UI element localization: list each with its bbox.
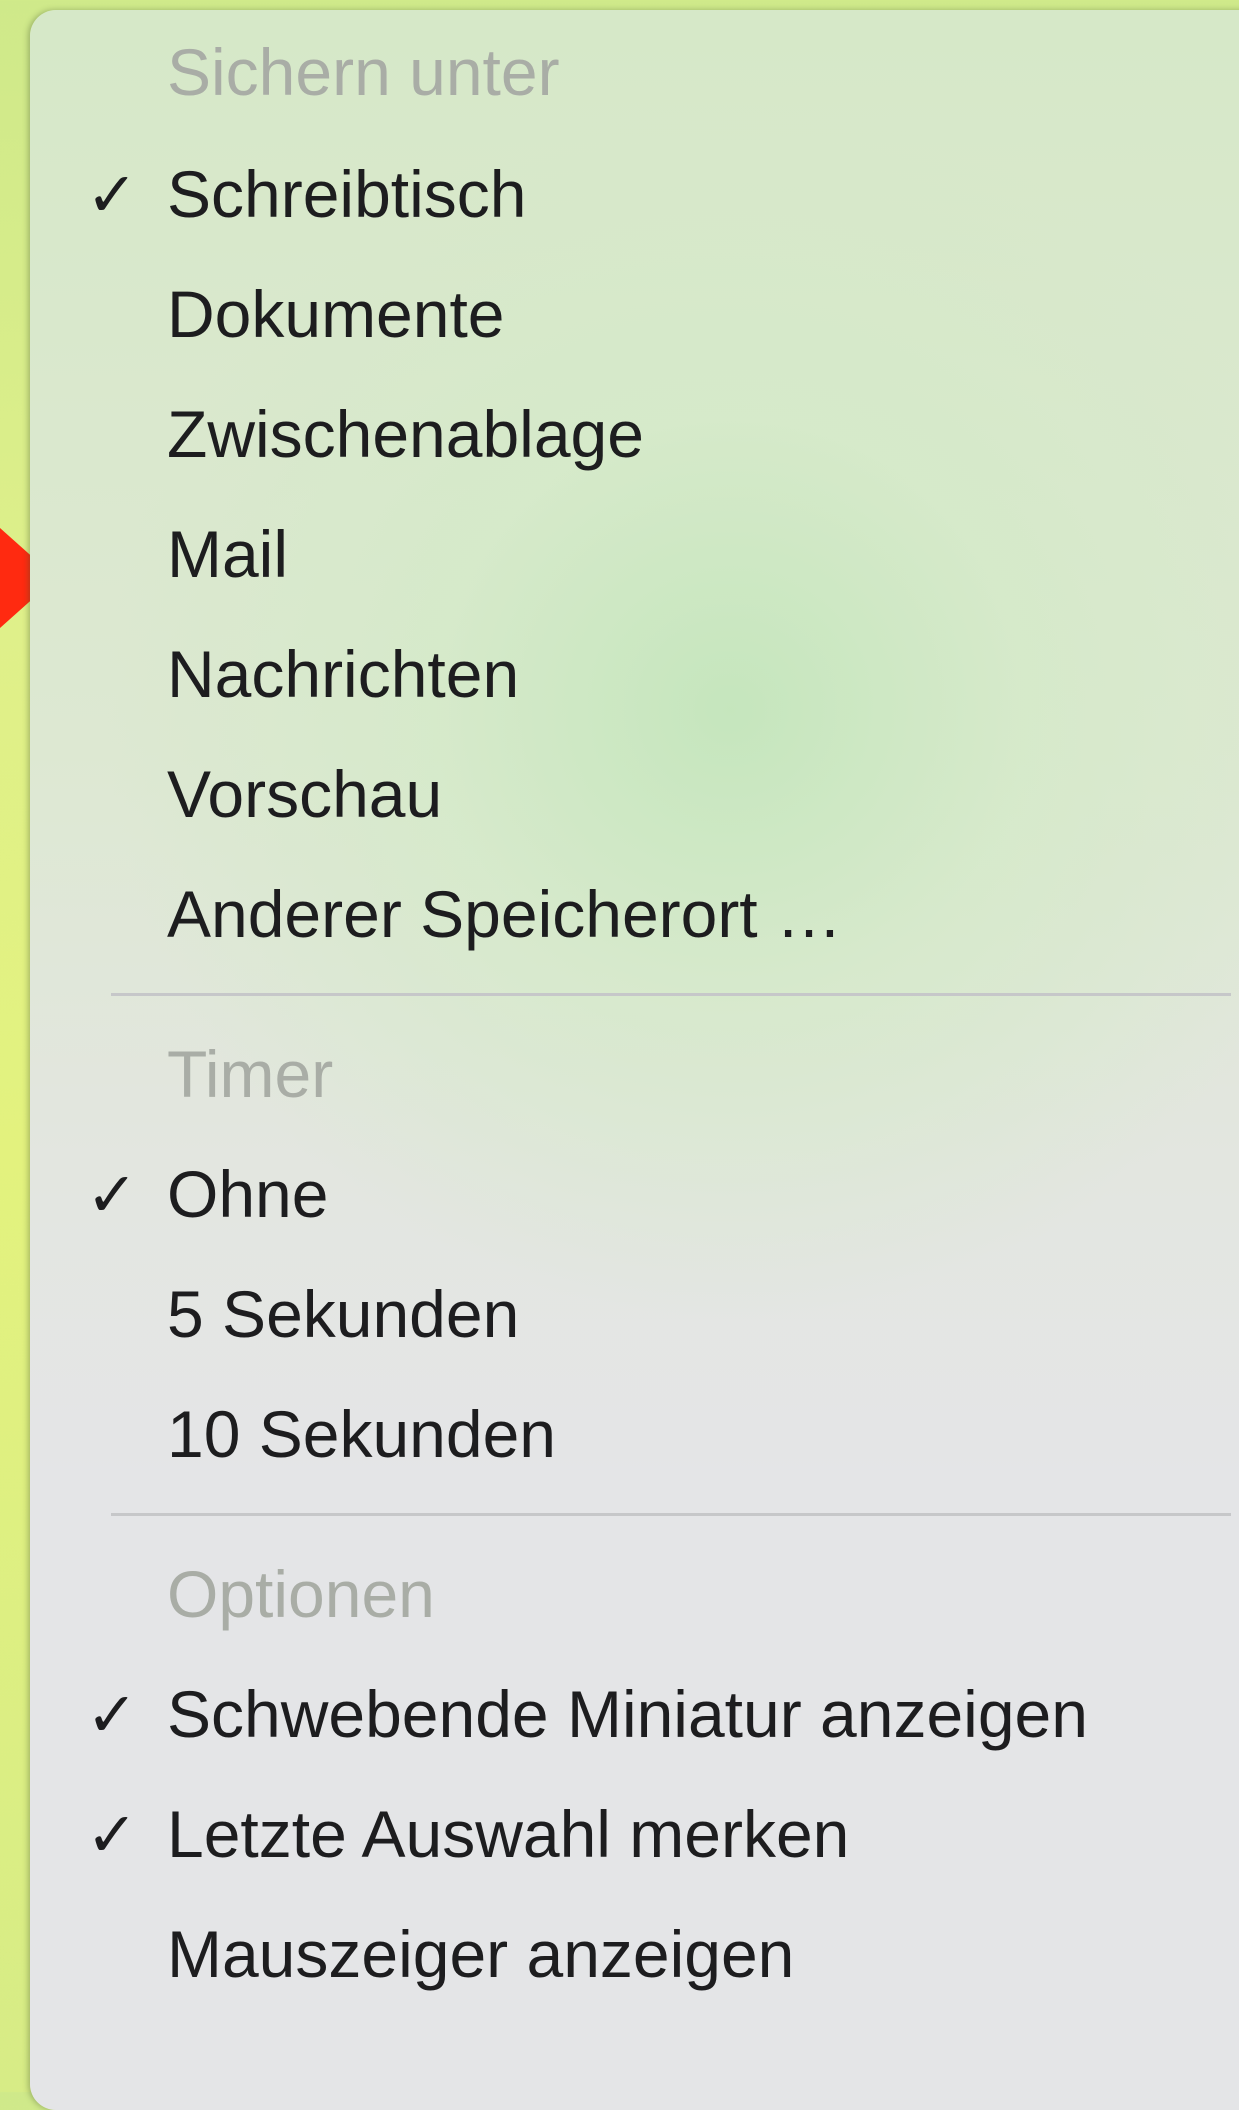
menu-item-label: Dokumente: [167, 277, 505, 351]
menu-item-label: Anderer Speicherort …: [167, 877, 842, 951]
menu-item-mail[interactable]: Mail: [30, 494, 1239, 614]
menu-item-remember-last-selection[interactable]: ✓ Letzte Auswahl merken: [30, 1774, 1239, 1894]
menu-item-timer-5s[interactable]: 5 Sekunden: [30, 1254, 1239, 1374]
menu-item-label: Mauszeiger anzeigen: [167, 1917, 795, 1991]
menu-separator: [111, 1512, 1231, 1516]
menu-item-label: Schreibtisch: [167, 157, 527, 231]
menu-item-label: 5 Sekunden: [167, 1277, 520, 1351]
menu-item-label: Mail: [167, 517, 289, 591]
menu-item-preview[interactable]: Vorschau: [30, 734, 1239, 854]
checkmark-icon: ✓: [86, 160, 138, 230]
menu-content: Sichern unter ✓ Schreibtisch Dokumente Z…: [30, 10, 1239, 2014]
menu-item-timer-10s[interactable]: 10 Sekunden: [30, 1374, 1239, 1494]
menu-item-clipboard[interactable]: Zwischenablage: [30, 374, 1239, 494]
menu-item-label: Nachrichten: [167, 637, 520, 711]
separator-wrap: [30, 1494, 1239, 1534]
section-header-options: Optionen: [30, 1534, 1239, 1654]
checkmark-icon: ✓: [86, 1160, 138, 1230]
menu-item-label: Letzte Auswahl merken: [167, 1797, 850, 1871]
menu-item-desktop[interactable]: ✓ Schreibtisch: [30, 134, 1239, 254]
menu-item-show-mouse-pointer[interactable]: Mauszeiger anzeigen: [30, 1894, 1239, 2014]
menu-item-documents[interactable]: Dokumente: [30, 254, 1239, 374]
section-header-save-to: Sichern unter: [30, 10, 1239, 134]
menu-item-other-location[interactable]: Anderer Speicherort …: [30, 854, 1239, 974]
section-header-timer: Timer: [30, 1014, 1239, 1134]
menu-item-show-floating-thumbnail[interactable]: ✓ Schwebende Miniatur anzeigen: [30, 1654, 1239, 1774]
menu-item-messages[interactable]: Nachrichten: [30, 614, 1239, 734]
menu-item-label: Ohne: [167, 1157, 329, 1231]
separator-wrap: [30, 974, 1239, 1014]
checkmark-icon: ✓: [86, 1680, 138, 1750]
screenshot-options-menu: Sichern unter ✓ Schreibtisch Dokumente Z…: [30, 10, 1239, 2110]
menu-item-label: Zwischenablage: [167, 397, 644, 471]
menu-separator: [111, 992, 1231, 996]
section-header-label: Optionen: [167, 1557, 435, 1631]
menu-item-timer-none[interactable]: ✓ Ohne: [30, 1134, 1239, 1254]
menu-item-label: Vorschau: [167, 757, 443, 831]
menu-item-label: Schwebende Miniatur anzeigen: [167, 1677, 1088, 1751]
menu-item-label: 10 Sekunden: [167, 1397, 557, 1471]
section-header-label: Timer: [167, 1037, 334, 1111]
checkmark-icon: ✓: [86, 1800, 138, 1870]
section-header-label: Sichern unter: [167, 35, 560, 109]
